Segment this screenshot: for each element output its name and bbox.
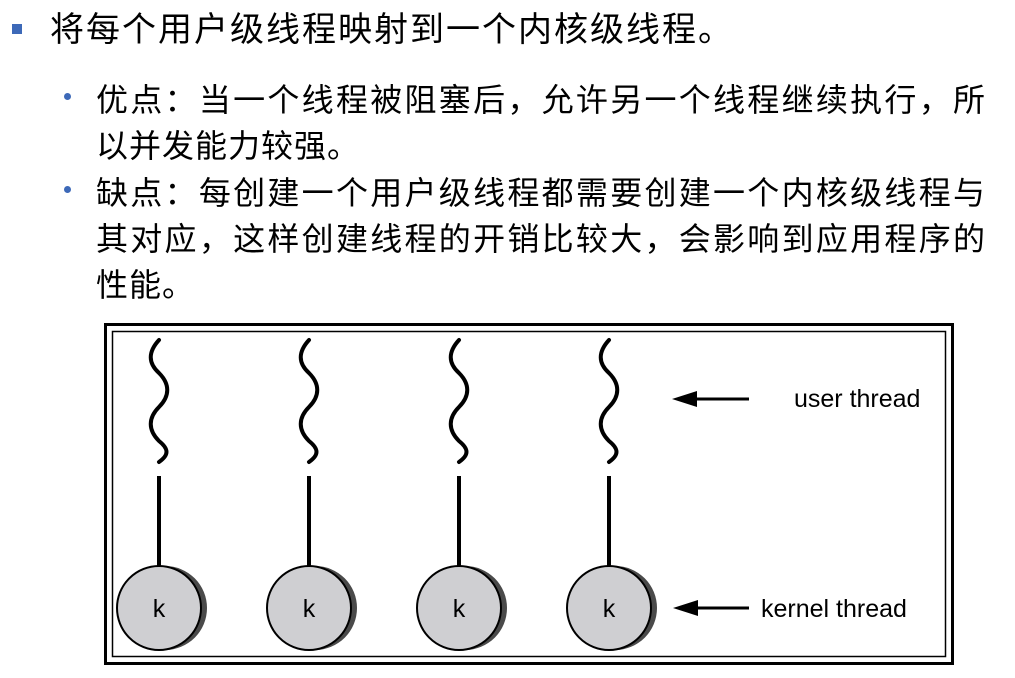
- thread-column: k: [116, 338, 207, 651]
- user-thread-label: user thread: [794, 385, 920, 413]
- dot-bullet: [64, 93, 71, 100]
- disadvantage-text: 缺点：每创建一个用户级线程都需要创建一个内核级线程与其对应，这样创建线程的开销比…: [96, 174, 986, 304]
- main-point-text: 将每个用户级线程映射到一个内核级线程。: [50, 10, 734, 50]
- thread-column: k: [266, 338, 357, 651]
- kernel-thread-k-label: k: [153, 595, 166, 623]
- user-thread-squiggle: [298, 338, 320, 464]
- thread-column: k: [416, 338, 507, 651]
- kernel-thread-k-label: k: [303, 595, 316, 623]
- kernel-thread-label: kernel thread: [761, 595, 907, 623]
- advantage-text: 优点：当一个线程被阻塞后，允许另一个线程继续执行，所以并发能力较强。: [96, 81, 986, 165]
- advantage-point: 优点：当一个线程被阻塞后，允许另一个线程继续执行，所以并发能力较强。: [64, 77, 994, 169]
- main-point: 将每个用户级线程映射到一个内核级线程。: [12, 8, 1007, 52]
- kernel-thread-arrow-head: [673, 600, 698, 616]
- dot-bullet: [64, 186, 71, 193]
- square-bullet: [12, 24, 22, 34]
- kernel-thread-k-label: k: [603, 595, 616, 623]
- thread-model-diagram: k k k k user thread kernel thread: [104, 323, 954, 665]
- thread-mapping-svg: k k k k user thread kernel thread: [104, 323, 954, 665]
- thread-column: k: [566, 338, 657, 651]
- user-thread-squiggle: [598, 338, 620, 464]
- user-thread-squiggle: [148, 338, 170, 464]
- kernel-thread-annotation: kernel thread: [673, 595, 907, 623]
- user-thread-arrow-head: [672, 391, 697, 407]
- kernel-thread-k-label: k: [453, 595, 466, 623]
- user-thread-squiggle: [448, 338, 470, 464]
- disadvantage-point: 缺点：每创建一个用户级线程都需要创建一个内核级线程与其对应，这样创建线程的开销比…: [64, 170, 994, 308]
- user-thread-annotation: user thread: [672, 385, 920, 413]
